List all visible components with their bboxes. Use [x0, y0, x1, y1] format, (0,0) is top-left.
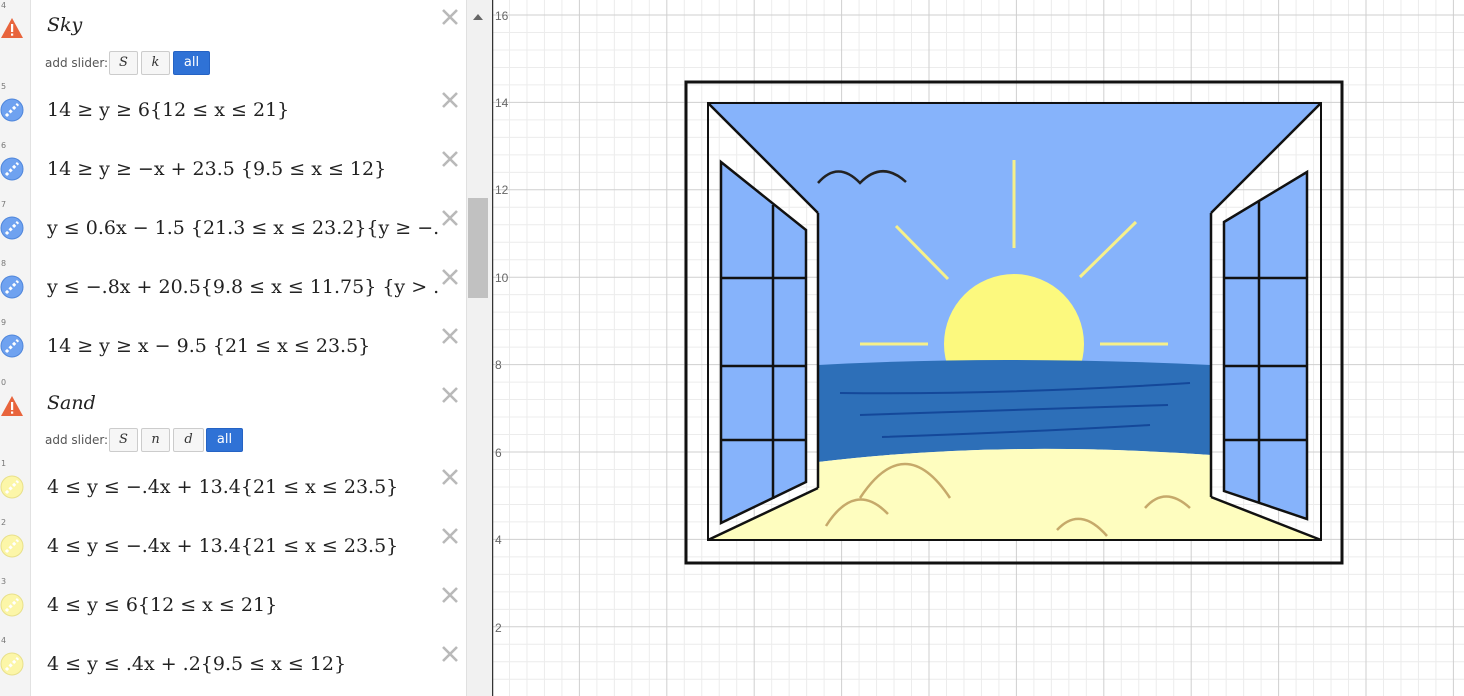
color-swatch-icon[interactable] — [0, 216, 24, 240]
color-swatch-icon[interactable] — [0, 593, 24, 617]
sea-region — [818, 360, 1211, 462]
color-swatch-icon[interactable] — [0, 534, 24, 558]
color-swatch-icon[interactable] — [0, 98, 24, 122]
warning-icon[interactable] — [0, 16, 24, 40]
folder-row-sand[interactable]: 0 Sand add slider: S n d all — [0, 377, 466, 459]
expression-text[interactable]: y ≤ 0.6x − 1.5 {21.3 ≤ x ≤ 23.2}{y ≥ −.3… — [47, 217, 439, 239]
y-tick-label: 16 — [495, 9, 509, 23]
delete-icon[interactable] — [439, 384, 461, 406]
y-tick-label: 14 — [495, 96, 509, 110]
folder-row-sky[interactable]: 4 Sky add slider: S k all — [0, 0, 466, 82]
left-window-pane — [719, 159, 808, 525]
window-scene — [684, 80, 1344, 565]
y-tick-label: 8 — [495, 358, 502, 372]
delete-icon[interactable] — [439, 89, 461, 111]
add-slider-s-button[interactable]: S — [109, 428, 138, 452]
expression-text[interactable]: 14 ≥ y ≥ x − 9.5 {21 ≤ x ≤ 23.5} — [47, 335, 439, 357]
expression-row[interactable]: 7 y ≤ 0.6x − 1.5 {21.3 ≤ x ≤ 23.2}{y ≥ −… — [0, 199, 466, 259]
warning-icon[interactable] — [0, 394, 24, 418]
color-swatch-icon[interactable] — [0, 475, 24, 499]
color-swatch-icon[interactable] — [0, 275, 24, 299]
expression-text[interactable]: 14 ≥ y ≥ −x + 23.5 {9.5 ≤ x ≤ 12} — [47, 158, 439, 180]
expression-row[interactable]: 6 14 ≥ y ≥ −x + 23.5 {9.5 ≤ x ≤ 12} — [0, 140, 466, 200]
delete-icon[interactable] — [439, 584, 461, 606]
expression-row[interactable]: 8 y ≤ −.8x + 20.5{9.8 ≤ x ≤ 11.75} {y > … — [0, 258, 466, 318]
add-slider-k-button[interactable]: k — [141, 51, 170, 75]
row-number: 7 — [1, 200, 7, 209]
add-slider-label: add slider: — [45, 56, 109, 70]
add-slider-s-button[interactable]: S — [109, 51, 138, 75]
scroll-up-arrow-icon[interactable] — [473, 14, 483, 20]
folder-title-sand[interactable]: Sand — [47, 392, 96, 414]
delete-icon[interactable] — [439, 266, 461, 288]
row-number: 5 — [1, 82, 7, 91]
expression-list-scrollbar[interactable] — [466, 0, 493, 696]
y-tick-label: 2 — [495, 621, 502, 635]
color-swatch-icon[interactable] — [0, 334, 24, 358]
y-tick-label: 12 — [495, 183, 509, 197]
expression-row[interactable]: 9 14 ≥ y ≥ x − 9.5 {21 ≤ x ≤ 23.5} — [0, 317, 466, 378]
y-tick-label: 4 — [495, 533, 502, 547]
expression-text[interactable]: 4 ≤ y ≤ 6{12 ≤ x ≤ 21} — [47, 594, 439, 616]
row-number: 1 — [1, 459, 7, 468]
delete-icon[interactable] — [439, 525, 461, 547]
add-slider-d-button[interactable]: d — [173, 428, 204, 452]
expression-row[interactable]: 3 4 ≤ y ≤ 6{12 ≤ x ≤ 21} — [0, 576, 466, 636]
color-swatch-icon[interactable] — [0, 652, 24, 676]
delete-icon[interactable] — [439, 466, 461, 488]
row-number: 3 — [1, 577, 7, 586]
scrollbar-thumb[interactable] — [468, 198, 488, 298]
row-number: 0 — [1, 378, 7, 387]
expression-row[interactable]: 5 14 ≥ y ≥ 6{12 ≤ x ≤ 21} — [0, 81, 466, 141]
add-slider-label: add slider: — [45, 433, 109, 447]
add-slider-n-button[interactable]: n — [141, 428, 170, 452]
add-slider-all-button[interactable]: all — [206, 428, 243, 452]
row-number: 8 — [1, 259, 7, 268]
graph-canvas[interactable]: 16 14 12 10 8 6 4 2 — [492, 0, 1464, 696]
row-number: 4 — [1, 636, 7, 645]
add-slider-all-button[interactable]: all — [173, 51, 210, 75]
delete-icon[interactable] — [439, 6, 461, 28]
folder-title-sky[interactable]: Sky — [47, 14, 82, 36]
delete-icon[interactable] — [439, 148, 461, 170]
expression-list: 4 Sky add slider: S k all 5 14 ≥ y ≥ 6{1… — [0, 0, 466, 696]
row-number: 4 — [1, 1, 7, 10]
expression-row[interactable]: 2 4 ≤ y ≤ −.4x + 13.4{21 ≤ x ≤ 23.5} — [0, 517, 466, 577]
row-gutter: 4 — [0, 0, 31, 81]
expression-text[interactable]: y ≤ −.8x + 20.5{9.8 ≤ x ≤ 11.75} {y > .5… — [47, 276, 439, 298]
y-tick-label: 6 — [495, 446, 502, 460]
expression-text[interactable]: 4 ≤ y ≤ .4x + .2{9.5 ≤ x ≤ 12} — [47, 653, 439, 675]
row-number: 2 — [1, 518, 7, 527]
row-number: 9 — [1, 318, 7, 327]
expression-row[interactable]: 1 4 ≤ y ≤ −.4x + 13.4{21 ≤ x ≤ 23.5} — [0, 458, 466, 518]
delete-icon[interactable] — [439, 207, 461, 229]
right-window-pane — [1222, 169, 1309, 521]
expression-text[interactable]: 14 ≥ y ≥ 6{12 ≤ x ≤ 21} — [47, 99, 439, 121]
expression-text[interactable]: 4 ≤ y ≤ −.4x + 13.4{21 ≤ x ≤ 23.5} — [47, 476, 439, 498]
y-axis-ticks: 16 14 12 10 8 6 4 2 — [495, 9, 509, 635]
expression-text[interactable]: 4 ≤ y ≤ −.4x + 13.4{21 ≤ x ≤ 23.5} — [47, 535, 439, 557]
delete-icon[interactable] — [439, 643, 461, 665]
row-number: 6 — [1, 141, 7, 150]
color-swatch-icon[interactable] — [0, 157, 24, 181]
expression-row[interactable]: 4 4 ≤ y ≤ .4x + .2{9.5 ≤ x ≤ 12} — [0, 635, 466, 696]
y-tick-label: 10 — [495, 271, 509, 285]
delete-icon[interactable] — [439, 325, 461, 347]
